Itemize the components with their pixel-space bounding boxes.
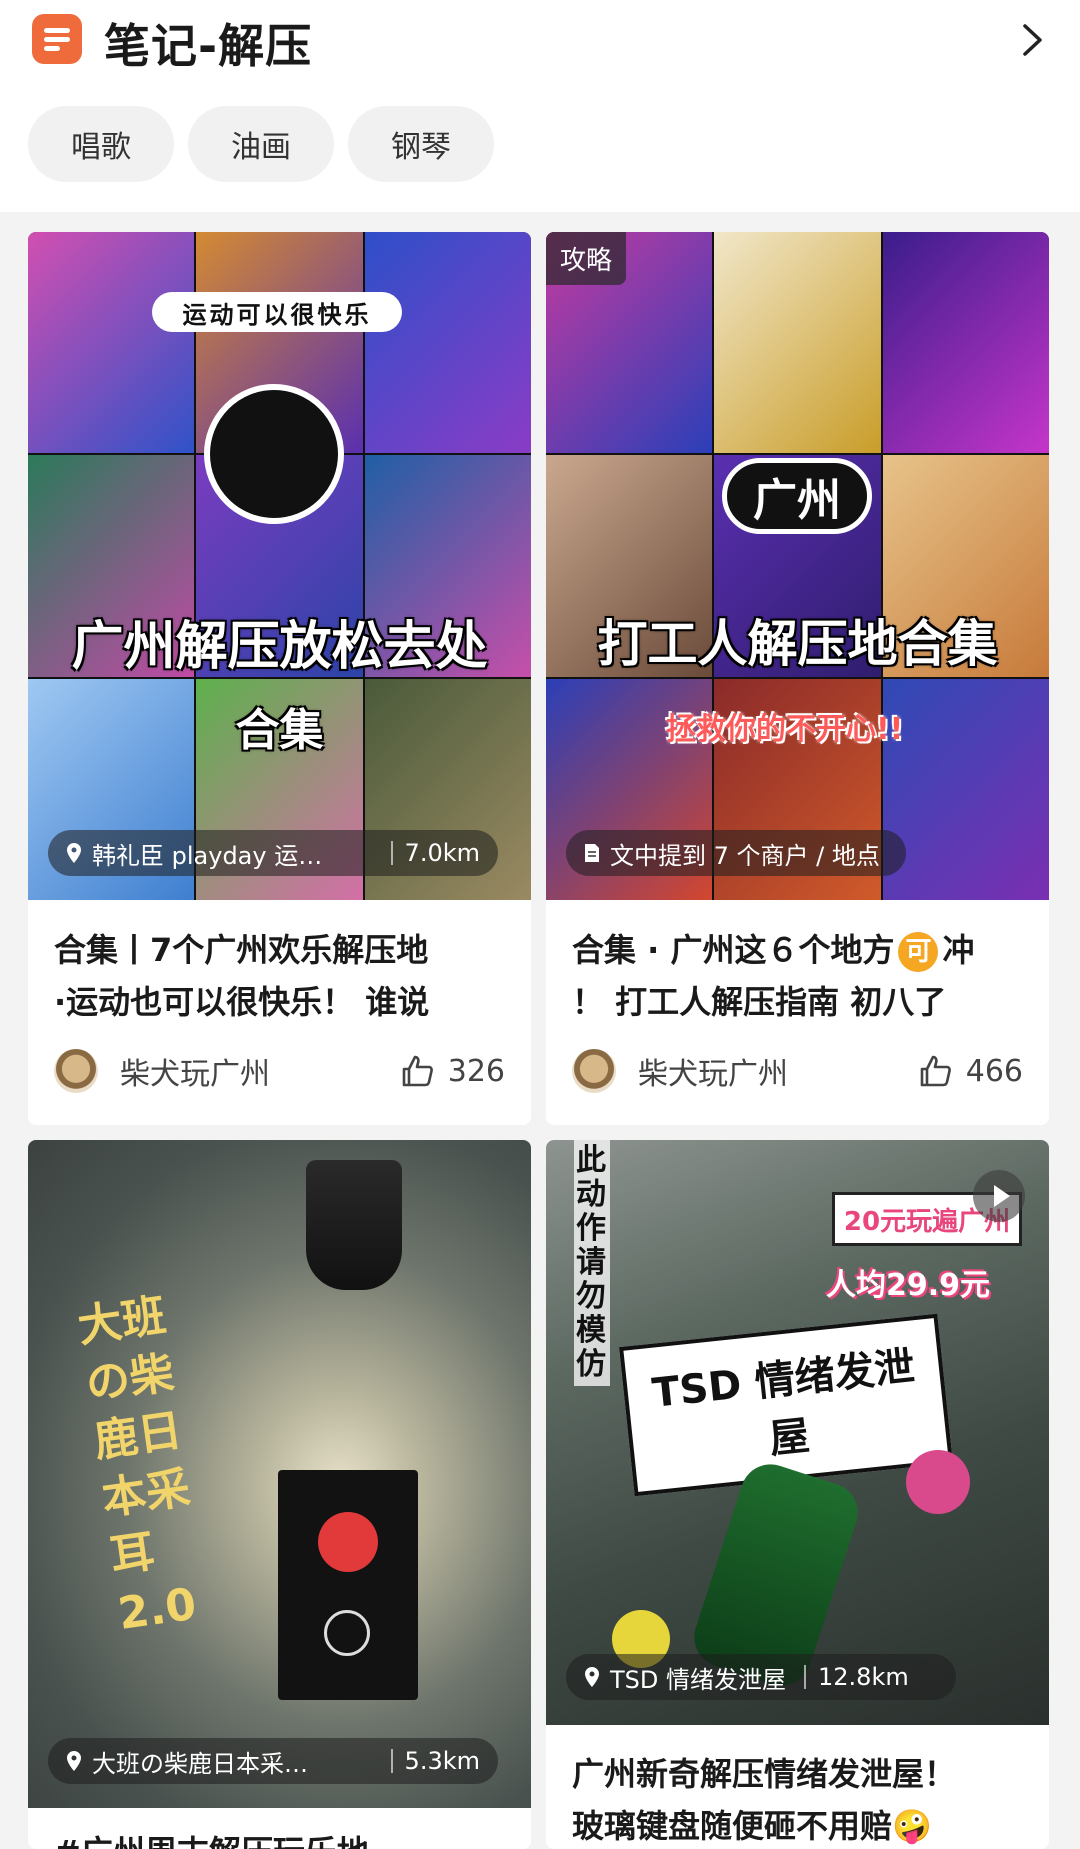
like-count: 466 [965,1053,1023,1089]
cover-handwriting: 大班の柴鹿日本采耳 2.0 [74,1290,200,1641]
location-pin-icon [67,843,81,863]
header: 笔记-解压 [0,0,1080,92]
wall-lamp [306,1160,402,1290]
cover-title: 打工人解压地合集 [597,615,998,673]
notebook-icon [32,14,82,64]
note-caption: #广州周末解压玩乐地 [54,1826,509,1849]
caption-line: 合集丨7个广州欢乐解压地 [54,931,429,969]
chip-piano[interactable]: 钢琴 [348,106,494,182]
chip-oil-painting[interactable]: 油画 [188,106,334,182]
distance: 7.0km [404,839,480,867]
author-name[interactable]: 柴犬玩广州 [120,1049,398,1093]
like-button[interactable]: 466 [916,1052,1023,1090]
cover-slogan: 拯救你的不开心!! [666,712,904,747]
note-caption: 合集丨7个广州欢乐解压地 ·运动也可以很快乐！ 谁说 [54,924,509,1028]
like-button[interactable]: 326 [398,1052,505,1090]
location-pill[interactable]: 大班の柴鹿日本采… 5.3km [48,1738,498,1784]
location-name: 韩礼臣 playday 运… [92,841,323,870]
note-card[interactable]: 运动可以很快乐 广州解压放松去处 合集 韩礼臣 playday 运… 7.0km… [28,232,531,1125]
note-caption: 广州新奇解压情绪发泄屋！ 玻璃键盘随便砸不用赔🤪 [572,1748,1027,1849]
cover-image: 大班の柴鹿日本采耳 2.0 大班の柴鹿日本采… 5.3km [28,1140,531,1808]
caption-line: 合集 · 广州这６个地方可冲 [572,924,1027,976]
chip-sing[interactable]: 唱歌 [28,106,174,182]
page-title: 笔记-解压 [104,19,313,73]
wall-sign [278,1470,418,1700]
cover-title: 广州解压放松去处 [71,617,488,677]
page: 笔记-解压 唱歌 油画 钢琴 运动可以很快乐 广州解压放松去处 合集 韩礼臣 p… [0,0,1080,1849]
location-name: 文中提到 7 个商户 / 地点 [610,841,880,870]
dog-mascot-icon [204,384,344,524]
avatar[interactable] [572,1049,616,1093]
avatar[interactable] [54,1049,98,1093]
cover-image: 攻略 广州 打工人解压地合集 拯救你的不开心!! 文中提到 7 个商户 / 地点 [546,232,1049,900]
cover-side-text: 此动作请勿模仿 [574,1140,610,1386]
note-card[interactable]: 此动作请勿模仿 20元玩遍广州 人均29.9元 TSD 情绪发泄屋 TSD 情绪… [546,1140,1049,1849]
card-meta: 柴犬玩广州 466 [572,1046,1023,1096]
cover-subtitle-2: 合集 [235,705,324,756]
caption-text: 冲 [942,931,975,969]
caption-line: ！ 打工人解压指南 初八了 [572,983,947,1021]
caption-text: 合集 · 广州这６个地方 [572,931,895,969]
card-meta: 柴犬玩广州 326 [54,1046,505,1096]
divider [804,1665,807,1689]
cover-image: 运动可以很快乐 广州解压放松去处 合集 韩礼臣 playday 运… 7.0km [28,232,531,900]
note-card[interactable]: 大班の柴鹿日本采耳 2.0 大班の柴鹿日本采… 5.3km #广州周末解压玩乐地 [28,1140,531,1849]
author-name[interactable]: 柴犬玩广州 [638,1049,916,1093]
location-pill[interactable]: 韩礼臣 playday 运… 7.0km [48,830,498,876]
cover-image: 此动作请勿模仿 20元玩遍广州 人均29.9元 TSD 情绪发泄屋 TSD 情绪… [546,1140,1049,1725]
cover-city-badge: 广州 [722,458,872,534]
location-pin-icon [585,1667,599,1687]
distance: 5.3km [404,1747,480,1775]
topic-chips: 唱歌 油画 钢琴 [0,92,1080,212]
note-card[interactable]: 攻略 广州 打工人解压地合集 拯救你的不开心!! 文中提到 7 个商户 / 地点… [546,232,1049,1125]
caption-line: ·运动也可以很快乐！ 谁说 [54,983,430,1021]
caption-line: #广州周末解压玩乐地 [54,1826,509,1849]
sticker-icon [906,1450,970,1514]
guide-tag: 攻略 [546,232,627,285]
location-pill[interactable]: 文中提到 7 个商户 / 地点 [566,830,906,876]
caption-line: 玻璃键盘随便砸不用赔🤪 [572,1807,932,1845]
document-icon [585,844,599,862]
cover-price: 人均29.9元 [826,1268,991,1303]
distance: 12.8km [818,1663,909,1691]
note-caption: 合集 · 广州这６个地方可冲 ！ 打工人解压指南 初八了 [572,924,1027,1028]
location-pin-icon [67,1751,81,1771]
chevron-right-icon[interactable] [1012,20,1052,60]
thumbs-up-icon [402,1055,433,1087]
like-count: 326 [447,1053,505,1089]
location-name: 大班の柴鹿日本采… [92,1749,308,1778]
location-pill[interactable]: TSD 情绪发泄屋 12.8km [566,1654,956,1700]
location-name: TSD 情绪发泄屋 [610,1665,787,1694]
emoji-badge: 可 [898,932,939,972]
deer-logo-icon [318,1512,378,1572]
divider [390,1749,393,1773]
thumbs-up-icon [920,1055,951,1087]
cover-subtitle: 运动可以很快乐 [152,292,402,332]
caption-line: 广州新奇解压情绪发泄屋！ [572,1755,957,1793]
circle-mark-icon [324,1610,370,1656]
divider [390,841,393,865]
play-icon[interactable] [973,1170,1025,1222]
